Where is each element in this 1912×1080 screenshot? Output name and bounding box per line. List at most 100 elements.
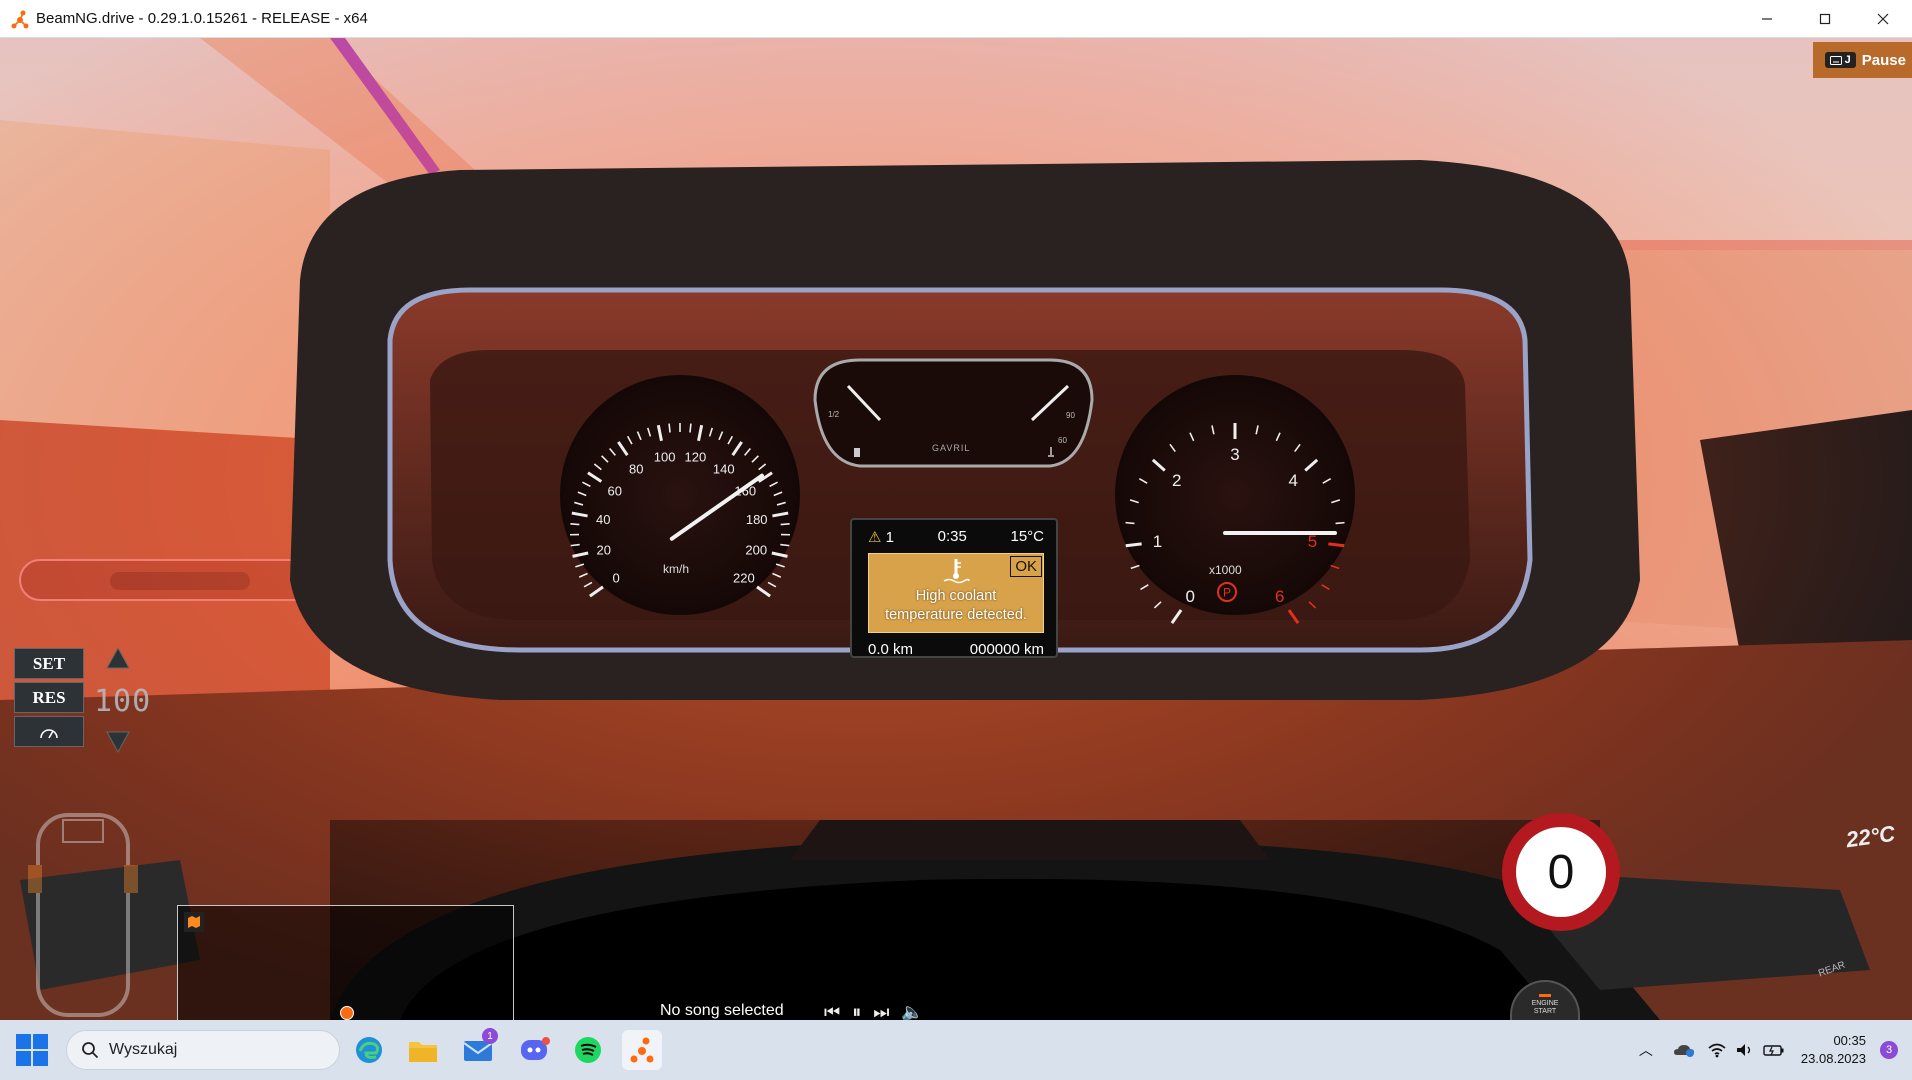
beamng-taskbar-button[interactable]	[622, 1030, 662, 1070]
tach-tick	[1211, 425, 1215, 435]
mail-badge: 1	[482, 1028, 498, 1044]
fuel-pump-icon	[854, 448, 860, 457]
edge-taskbar-button[interactable]	[349, 1030, 389, 1070]
close-button[interactable]	[1854, 0, 1912, 38]
clock-time: 00:35	[1833, 1033, 1866, 1048]
notification-badge[interactable]: 3	[1880, 1041, 1898, 1059]
onedrive-icon[interactable]	[1673, 1042, 1695, 1058]
tach-tick	[1331, 499, 1341, 504]
speedo-tick	[587, 471, 603, 483]
maximize-button[interactable]	[1796, 0, 1854, 38]
minimize-icon	[1762, 18, 1772, 20]
chevron-up-icon[interactable]: ︿	[1639, 1040, 1653, 1060]
tach-tick	[1304, 458, 1319, 472]
speedo-tick	[609, 447, 617, 456]
taskbar-clock[interactable]: 00:35 23.08.2023	[1801, 1032, 1866, 1068]
wifi-icon[interactable]	[1707, 1042, 1727, 1058]
svg-text:P: P	[1223, 586, 1231, 600]
tach-tick	[1125, 542, 1142, 548]
cruise-toggle-button[interactable]	[14, 716, 84, 747]
spotify-taskbar-button[interactable]	[568, 1030, 608, 1070]
speedo-tick	[727, 435, 734, 445]
file-explorer-taskbar-button[interactable]	[403, 1030, 443, 1070]
engine-label: ENGINE	[1531, 1000, 1559, 1007]
speedo-label: 0	[612, 571, 619, 586]
speedo-tick	[776, 501, 786, 506]
beamng-app-icon	[11, 10, 29, 28]
tachometer-unit: x1000	[1209, 563, 1242, 577]
tach-tick	[1140, 584, 1149, 591]
speedo-tick	[758, 463, 767, 471]
mail-taskbar-button[interactable]: 1	[458, 1028, 498, 1070]
engine-status-indicator	[1539, 994, 1551, 997]
warning-message-box: OK High coolant temperature detected.	[868, 553, 1044, 633]
speedo-tick	[771, 551, 788, 558]
tach-label: 2	[1172, 471, 1181, 490]
speedo-tick	[743, 447, 751, 456]
tach-tick	[1328, 542, 1345, 548]
map-icon[interactable]	[184, 912, 204, 932]
tach-label: 3	[1230, 445, 1239, 464]
speedo-label: 220	[733, 571, 755, 586]
tach-tick	[1308, 601, 1317, 609]
pause-button[interactable]: J Pause	[1812, 42, 1912, 78]
cruise-resume-button[interactable]: RES	[14, 682, 84, 713]
speedo-tick	[571, 511, 588, 518]
map-fold-icon	[188, 916, 200, 928]
message-ok-button: OK	[1010, 556, 1042, 577]
volume-tray-icon[interactable]	[1735, 1042, 1755, 1058]
speedo-tick	[574, 501, 584, 506]
speedo-tick	[578, 572, 588, 578]
minimap[interactable]	[177, 905, 514, 1020]
speedo-tick	[689, 423, 692, 433]
speedo-label: 200	[745, 543, 767, 558]
speedo-tick	[636, 431, 642, 441]
speedo-label: 140	[713, 461, 735, 476]
speedo-tick	[718, 431, 724, 441]
temp-label-90: 90	[1066, 411, 1075, 420]
cruise-set-button[interactable]: SET	[14, 648, 84, 679]
tach-tick	[1255, 425, 1259, 435]
speedo-label: 40	[596, 512, 610, 527]
speedo-tick	[572, 551, 589, 558]
pause-key-hint: J	[1824, 52, 1856, 68]
battery-icon[interactable]	[1763, 1042, 1785, 1058]
clock-date: 23.08.2023	[1800, 1051, 1866, 1066]
arrow-up-icon	[106, 646, 130, 669]
speedo-tick	[775, 563, 785, 568]
speedo-tick	[780, 523, 790, 526]
message-line-2: temperature detected.	[885, 607, 1027, 623]
windows-logo-pane	[16, 1051, 31, 1066]
warning-icon: ⚠	[868, 529, 882, 546]
start-button[interactable]	[16, 1034, 48, 1066]
speedo-tick	[773, 491, 783, 497]
temp-label-60: 60	[1058, 436, 1067, 445]
window-titlebar: BeamNG.drive - 0.29.1.0.15261 - RELEASE …	[0, 0, 1912, 38]
taskbar-search[interactable]: Wyszukaj	[66, 1030, 340, 1070]
speedo-tick	[751, 455, 759, 463]
trip-distance: 0.0 km	[868, 641, 914, 658]
speedo-tick	[570, 543, 580, 547]
tach-tick	[1287, 609, 1300, 624]
cruise-decrease-button[interactable]	[106, 730, 130, 761]
speedo-tick	[601, 455, 609, 463]
game-viewport[interactable]: 0 20 40 60 80 100 120 140 160 180 200 220 km/h 0123…	[0, 38, 1912, 1020]
tach-tick	[1322, 477, 1332, 484]
speedo-label: 80	[629, 461, 643, 476]
speedo-tick	[668, 423, 671, 433]
discord-taskbar-button[interactable]	[514, 1030, 554, 1070]
minimize-button[interactable]	[1738, 0, 1796, 38]
cruise-speed-readout: 100	[94, 684, 152, 719]
cruise-increase-button[interactable]	[106, 646, 130, 677]
search-icon	[82, 1042, 99, 1059]
tach-tick	[1330, 564, 1340, 570]
speedo-tick	[769, 481, 778, 488]
tach-label: 0	[1186, 587, 1195, 606]
tach-tick	[1153, 601, 1162, 609]
windows-logo-icon	[16, 1034, 31, 1049]
tach-tick	[1275, 432, 1281, 442]
speedo-tick	[772, 572, 782, 578]
speedo-tick	[780, 543, 790, 547]
speedo-tick	[697, 424, 704, 442]
speedo-label: 60	[607, 483, 621, 498]
